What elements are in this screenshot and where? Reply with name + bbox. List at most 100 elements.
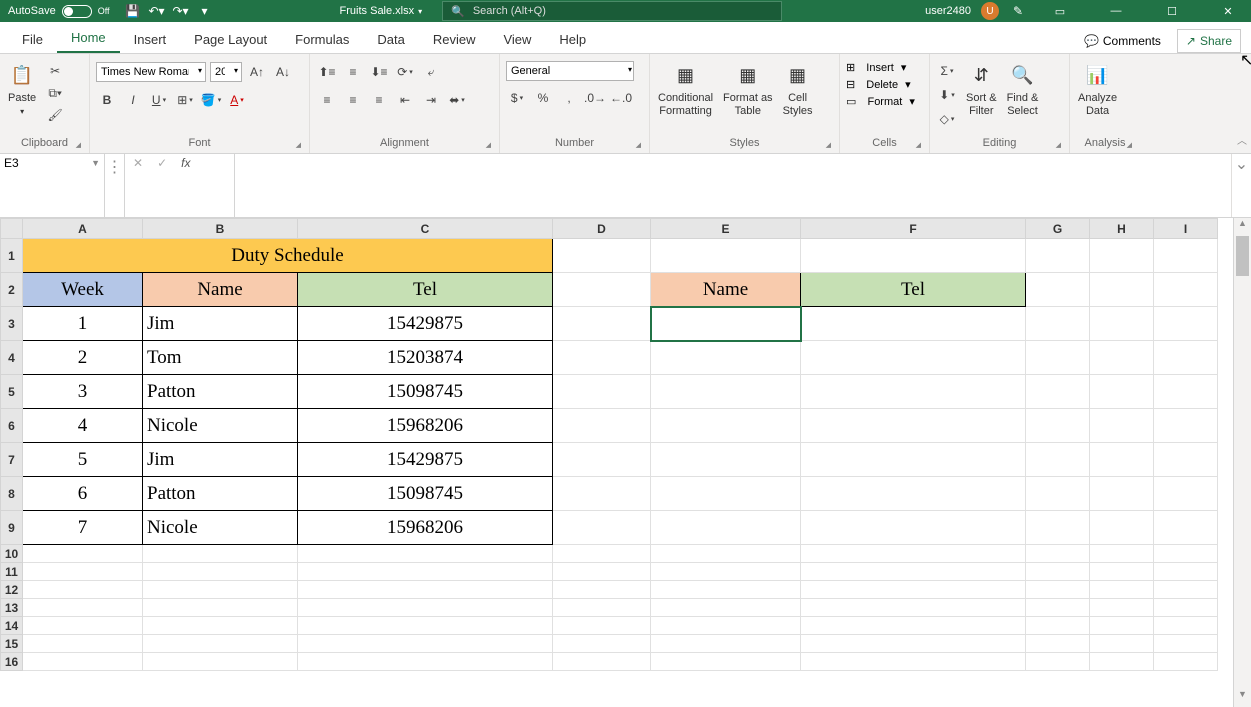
number-format-select[interactable] [506, 61, 634, 81]
cell-A6[interactable]: 4 [23, 409, 143, 443]
cell-D12[interactable] [553, 581, 651, 599]
cell-I13[interactable] [1154, 599, 1218, 617]
tab-view[interactable]: View [489, 26, 545, 53]
cell-A11[interactable] [23, 563, 143, 581]
save-icon[interactable]: 💾 [124, 2, 142, 20]
cell-C16[interactable] [298, 653, 553, 671]
name-box-dropdown-icon[interactable]: ▼ [91, 156, 100, 168]
cell-A7[interactable]: 5 [23, 443, 143, 477]
row-header-2[interactable]: 2 [1, 273, 23, 307]
tab-page-layout[interactable]: Page Layout [180, 26, 281, 53]
expand-formula-bar-icon[interactable]: ⌄ [1231, 154, 1251, 217]
cell-I4[interactable] [1154, 341, 1218, 375]
format-as-table-button[interactable]: ▦Format as Table [721, 60, 775, 120]
cell-I9[interactable] [1154, 511, 1218, 545]
cell-F2[interactable]: Tel [801, 273, 1026, 307]
cell-I2[interactable] [1154, 273, 1218, 307]
cell-B9[interactable]: Nicole [143, 511, 298, 545]
decrease-decimal-icon[interactable]: ←.0 [610, 87, 632, 109]
tab-data[interactable]: Data [363, 26, 418, 53]
cell-C12[interactable] [298, 581, 553, 599]
cell-A13[interactable] [23, 599, 143, 617]
cell-F12[interactable] [801, 581, 1026, 599]
cell-E1[interactable] [651, 239, 801, 273]
cell-B12[interactable] [143, 581, 298, 599]
cell-D7[interactable] [553, 443, 651, 477]
format-painter-icon[interactable]: 🖌 [44, 104, 66, 126]
sort-filter-button[interactable]: ⇵Sort & Filter [964, 60, 999, 120]
row-header-3[interactable]: 3 [1, 307, 23, 341]
vertical-scrollbar[interactable]: ▲ ▼ [1233, 218, 1251, 707]
cell-G4[interactable] [1026, 341, 1090, 375]
cell-I14[interactable] [1154, 617, 1218, 635]
cell-G15[interactable] [1026, 635, 1090, 653]
fx-icon[interactable]: fx [181, 156, 190, 170]
cell-E9[interactable] [651, 511, 801, 545]
cell-D10[interactable] [553, 545, 651, 563]
cell-E3[interactable] [651, 307, 801, 341]
cell-C15[interactable] [298, 635, 553, 653]
conditional-formatting-button[interactable]: ▦Conditional Formatting [656, 60, 715, 120]
cell-C13[interactable] [298, 599, 553, 617]
align-middle-icon[interactable]: ≡ [342, 61, 364, 83]
row-header-14[interactable]: 14 [1, 617, 23, 635]
autosum-icon[interactable]: Σ [936, 60, 958, 82]
cell-H1[interactable] [1090, 239, 1154, 273]
cell-F7[interactable] [801, 443, 1026, 477]
cell-A12[interactable] [23, 581, 143, 599]
tab-help[interactable]: Help [545, 26, 600, 53]
increase-decimal-icon[interactable]: .0→ [584, 87, 606, 109]
collapse-ribbon-icon[interactable]: ︿ [1237, 132, 1247, 147]
cell-G13[interactable] [1026, 599, 1090, 617]
cell-H4[interactable] [1090, 341, 1154, 375]
cell-D13[interactable] [553, 599, 651, 617]
col-header-E[interactable]: E [651, 219, 801, 239]
col-header-A[interactable]: A [23, 219, 143, 239]
name-box-input[interactable] [4, 156, 84, 170]
cell-E15[interactable] [651, 635, 801, 653]
cell-D3[interactable] [553, 307, 651, 341]
tab-formulas[interactable]: Formulas [281, 26, 363, 53]
cell-G11[interactable] [1026, 563, 1090, 581]
cell-E14[interactable] [651, 617, 801, 635]
delete-cells-button[interactable]: ⊟ Delete ▾ [846, 77, 911, 92]
cell-B7[interactable]: Jim [143, 443, 298, 477]
cell-G3[interactable] [1026, 307, 1090, 341]
cell-B5[interactable]: Patton [143, 375, 298, 409]
maximize-button[interactable]: ☐ [1149, 0, 1195, 22]
search-box[interactable]: 🔍 Search (Alt+Q) [442, 1, 782, 21]
border-icon[interactable]: ⊞ [174, 89, 196, 111]
cancel-formula-icon[interactable]: ✕ [133, 156, 143, 170]
tab-file[interactable]: File [8, 26, 57, 53]
cell-D8[interactable] [553, 477, 651, 511]
cell-D6[interactable] [553, 409, 651, 443]
cell-H8[interactable] [1090, 477, 1154, 511]
undo-icon[interactable]: ↶▾ [148, 2, 166, 20]
cell-C2[interactable]: Tel [298, 273, 553, 307]
ribbon-display-icon[interactable]: ▭ [1037, 0, 1083, 22]
cell-I8[interactable] [1154, 477, 1218, 511]
cell-I6[interactable] [1154, 409, 1218, 443]
cell-F5[interactable] [801, 375, 1026, 409]
minimize-button[interactable]: — [1093, 0, 1139, 22]
fill-color-icon[interactable]: 🪣 [200, 89, 222, 111]
cell-F10[interactable] [801, 545, 1026, 563]
cell-G5[interactable] [1026, 375, 1090, 409]
cell-B8[interactable]: Patton [143, 477, 298, 511]
col-header-I[interactable]: I [1154, 219, 1218, 239]
decrease-font-icon[interactable]: A↓ [272, 61, 294, 83]
redo-icon[interactable]: ↷▾ [172, 2, 190, 20]
cell-G6[interactable] [1026, 409, 1090, 443]
tab-review[interactable]: Review [419, 26, 490, 53]
cell-H16[interactable] [1090, 653, 1154, 671]
scroll-down-icon[interactable]: ▼ [1234, 689, 1251, 707]
cell-F4[interactable] [801, 341, 1026, 375]
qat-dropdown-icon[interactable]: ▾ [196, 2, 214, 20]
cell-C9[interactable]: 15968206 [298, 511, 553, 545]
cell-B10[interactable] [143, 545, 298, 563]
col-header-H[interactable]: H [1090, 219, 1154, 239]
close-button[interactable]: ✕ [1205, 0, 1251, 22]
cell-G16[interactable] [1026, 653, 1090, 671]
clear-icon[interactable]: ◇ [936, 108, 958, 130]
tab-home[interactable]: Home [57, 24, 120, 53]
